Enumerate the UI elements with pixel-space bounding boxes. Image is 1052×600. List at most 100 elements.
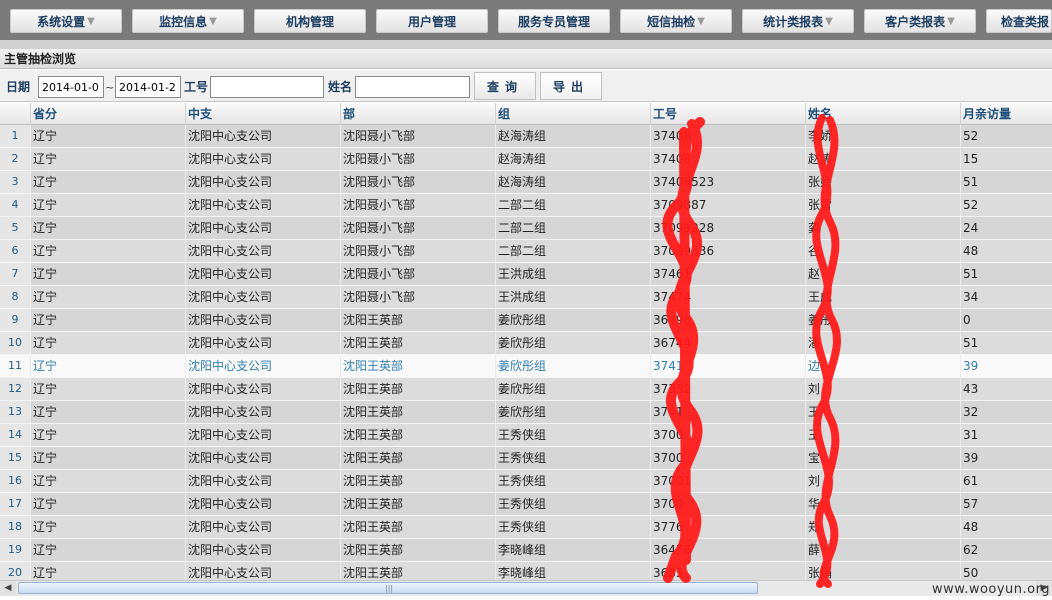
cell-employee-id: 3741 <box>650 355 805 377</box>
cell-group: 姜欣彤组 <box>495 401 650 423</box>
cell-monthly-visits: 39 <box>960 355 1052 377</box>
scrollbar-thumb[interactable]: ||| <box>18 582 758 594</box>
column-header-branch[interactable]: 中支 <box>185 103 340 125</box>
cell-branch: 沈阳中心支公司 <box>185 401 340 423</box>
horizontal-scrollbar[interactable]: ◀ ||| ▶ <box>0 580 1052 596</box>
table-row[interactable]: 12 辽宁 沈阳中心支公司 沈阳王英部 姜欣彤组 37332 刘 43 <box>0 378 1052 401</box>
column-header-monthly-visits[interactable]: 月亲访量 <box>960 103 1052 125</box>
cell-department: 沈阳王英部 <box>340 516 495 538</box>
top-nav-bar: 系统设置 ▼ 监控信息 ▼ 机构管理 用户管理 服务专员管理 短信抽检 ▼ 统计类报表… <box>0 0 1052 40</box>
nav-sms-spot-check[interactable]: 短信抽检 ▼ <box>620 9 732 33</box>
export-button[interactable]: 导出 <box>540 72 602 100</box>
cell-department: 沈阳王英部 <box>340 401 495 423</box>
nav-inspection-reports[interactable]: 检查类报 <box>986 9 1052 33</box>
cell-group: 王秀侠组 <box>495 470 650 492</box>
cell-employee-id: 36744 <box>650 332 805 354</box>
column-header-province[interactable]: 省分 <box>30 103 185 125</box>
table-row[interactable]: 20 辽宁 沈阳中心支公司 沈阳王英部 李晓峰组 3685 张娟 50 <box>0 562 1052 580</box>
table-row[interactable]: 16 辽宁 沈阳中心支公司 沈阳王英部 王秀侠组 37001 刘 61 <box>0 470 1052 493</box>
chevron-down-icon: ▼ <box>947 15 955 27</box>
cell-employee-id: 37001 <box>650 470 805 492</box>
row-number: 8 <box>0 286 30 308</box>
cell-department: 沈阳王英部 <box>340 447 495 469</box>
cell-province: 辽宁 <box>30 217 185 239</box>
nav-user-management[interactable]: 用户管理 <box>376 9 488 33</box>
table-row[interactable]: 5 辽宁 沈阳中心支公司 沈阳聂小飞部 二部二组 37099228 龚 24 <box>0 217 1052 240</box>
cell-province: 辽宁 <box>30 470 185 492</box>
date-to-input[interactable] <box>115 76 181 98</box>
table-row-selected[interactable]: 11 辽宁 沈阳中心支公司 沈阳王英部 姜欣彤组 3741 边 39 <box>0 355 1052 378</box>
table-row[interactable]: 14 辽宁 沈阳中心支公司 沈阳王英部 王秀侠组 3700 王 31 <box>0 424 1052 447</box>
query-button[interactable]: 查询 <box>474 72 536 100</box>
nav-label: 机构管理 <box>285 14 334 29</box>
cell-group: 姜欣彤组 <box>495 355 650 377</box>
cell-branch: 沈阳中心支公司 <box>185 240 340 262</box>
cell-employee-id: 37408 <box>650 125 805 147</box>
cell-department: 沈阳王英部 <box>340 332 495 354</box>
cell-branch: 沈阳中心支公司 <box>185 470 340 492</box>
name-input[interactable] <box>355 76 470 98</box>
table-row[interactable]: 6 辽宁 沈阳中心支公司 沈阳聂小飞部 二部二组 37099336 谷 48 <box>0 240 1052 263</box>
table-row[interactable]: 4 辽宁 沈阳中心支公司 沈阳聂小飞部 二部二组 3709887 张雪 52 <box>0 194 1052 217</box>
cell-monthly-visits: 34 <box>960 286 1052 308</box>
cell-province: 辽宁 <box>30 516 185 538</box>
cell-employee-id: 37332 <box>650 378 805 400</box>
cell-name: 华 <box>805 493 960 515</box>
cell-department: 沈阳聂小飞部 <box>340 217 495 239</box>
cell-employee-id: 37099336 <box>650 240 805 262</box>
cell-branch: 沈阳中心支公司 <box>185 171 340 193</box>
date-label: 日期 <box>6 80 31 94</box>
row-number: 4 <box>0 194 30 216</box>
table-row[interactable]: 9 辽宁 沈阳中心支公司 沈阳王英部 姜欣彤组 36496 姜彤 0 <box>0 309 1052 332</box>
table-row[interactable]: 15 辽宁 沈阳中心支公司 沈阳王英部 王秀侠组 3700 宝 39 <box>0 447 1052 470</box>
table-row[interactable]: 18 辽宁 沈阳中心支公司 沈阳王英部 王秀侠组 3776 郑 48 <box>0 516 1052 539</box>
cell-monthly-visits: 51 <box>960 171 1052 193</box>
nav-org-management[interactable]: 机构管理 <box>254 9 366 33</box>
date-range-separator: ~ <box>105 81 115 94</box>
table-row[interactable]: 2 辽宁 沈阳中心支公司 沈阳聂小飞部 赵海涛组 37408 赵涛 15 <box>0 148 1052 171</box>
nav-system-settings[interactable]: 系统设置 ▼ <box>10 9 122 33</box>
cell-monthly-visits: 31 <box>960 424 1052 446</box>
nav-divider-band <box>0 40 1052 49</box>
row-number: 3 <box>0 171 30 193</box>
employee-id-input[interactable] <box>210 76 324 98</box>
nav-service-rep-management[interactable]: 服务专员管理 <box>498 9 610 33</box>
cell-employee-id: 3685 <box>650 562 805 580</box>
nav-monitor-info[interactable]: 监控信息 ▼ <box>132 9 244 33</box>
row-number: 18 <box>0 516 30 538</box>
table-row[interactable]: 19 辽宁 沈阳中心支公司 沈阳王英部 李晓峰组 36476 薛 62 <box>0 539 1052 562</box>
nav-label: 系统设置 <box>37 14 86 29</box>
cell-name: 姜彤 <box>805 309 960 331</box>
column-header-group[interactable]: 组 <box>495 103 650 125</box>
chevron-down-icon: ▼ <box>825 15 833 27</box>
column-header-name[interactable]: 姓名 <box>805 103 960 125</box>
cell-employee-id: 37408 <box>650 148 805 170</box>
nav-statistics-reports[interactable]: 统计类报表 ▼ <box>742 9 854 33</box>
cell-group: 赵海涛组 <box>495 148 650 170</box>
nav-customer-reports[interactable]: 客户类报表 ▼ <box>864 9 976 33</box>
row-number: 20 <box>0 562 30 580</box>
table-row[interactable]: 10 辽宁 沈阳中心支公司 沈阳王英部 姜欣彤组 36744 潘 51 <box>0 332 1052 355</box>
table-row[interactable]: 1 辽宁 沈阳中心支公司 沈阳聂小飞部 赵海涛组 37408 李娇 52 <box>0 125 1052 148</box>
table-row[interactable]: 13 辽宁 沈阳中心支公司 沈阳王英部 姜欣彤组 3741 王 32 <box>0 401 1052 424</box>
cell-branch: 沈阳中心支公司 <box>185 516 340 538</box>
date-from-input[interactable] <box>38 76 104 98</box>
table-row[interactable]: 17 辽宁 沈阳中心支公司 沈阳王英部 王秀侠组 3700 华 57 <box>0 493 1052 516</box>
table-row[interactable]: 7 辽宁 沈阳中心支公司 沈阳聂小飞部 王洪成组 37461 赵 51 <box>0 263 1052 286</box>
cell-monthly-visits: 48 <box>960 240 1052 262</box>
scroll-left-icon[interactable]: ◀ <box>0 581 16 596</box>
table-row[interactable]: 3 辽宁 沈阳中心支公司 沈阳聂小飞部 赵海涛组 37408523 张娇 51 <box>0 171 1052 194</box>
cell-name: 李娇 <box>805 125 960 147</box>
table-row[interactable]: 8 辽宁 沈阳中心支公司 沈阳聂小飞部 王洪成组 37474 王成 34 <box>0 286 1052 309</box>
column-header-department[interactable]: 部 <box>340 103 495 125</box>
cell-employee-id: 36496 <box>650 309 805 331</box>
cell-branch: 沈阳中心支公司 <box>185 217 340 239</box>
nav-label: 服务专员管理 <box>517 14 590 29</box>
cell-employee-id: 36476 <box>650 539 805 561</box>
column-header-employee-id[interactable]: 工号 <box>650 103 805 125</box>
cell-group: 王秀侠组 <box>495 516 650 538</box>
cell-group: 王洪成组 <box>495 286 650 308</box>
cell-monthly-visits: 62 <box>960 539 1052 561</box>
filter-toolbar: 日期 ~ 工号 姓名 查询 导出 <box>0 70 1052 102</box>
cell-province: 辽宁 <box>30 332 185 354</box>
